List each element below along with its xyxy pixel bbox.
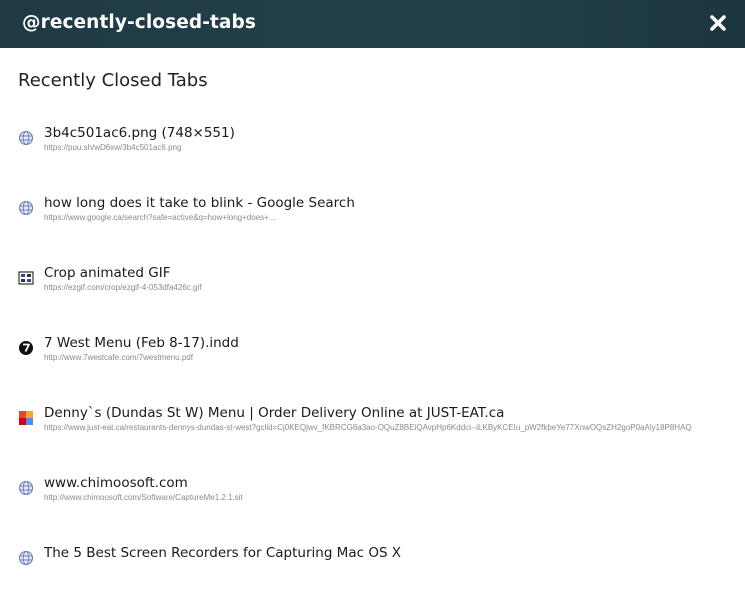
tab-title: 7 West Menu (Feb 8-17).indd	[44, 335, 239, 351]
ezgif-icon	[18, 270, 34, 286]
list-item[interactable]: 3b4c501ac6.png (748×551) https://puu.sh/…	[0, 122, 745, 192]
tab-title: how long does it take to blink - Google …	[44, 195, 355, 211]
tab-url: https://puu.sh/wD6xw/3b4c501ac6.png	[44, 143, 182, 152]
tab-title: www.chimoosoft.com	[44, 475, 188, 491]
tab-title: 3b4c501ac6.png (748×551)	[44, 125, 235, 141]
tab-url: https://ezgif.com/crop/ezgif-4-053dfa426…	[44, 283, 202, 292]
globe-icon	[18, 550, 34, 566]
tab-title: Denny`s (Dundas St W) Menu | Order Deliv…	[44, 405, 505, 421]
globe-icon	[18, 200, 34, 216]
list-item[interactable]: Denny`s (Dundas St W) Menu | Order Deliv…	[0, 402, 745, 472]
list-item[interactable]: The 5 Best Screen Recorders for Capturin…	[0, 542, 745, 612]
tab-url: http://www.chimoosoft.com/Software/Captu…	[44, 493, 243, 502]
close-icon	[710, 15, 726, 31]
globe-icon	[18, 480, 34, 496]
content-area: Recently Closed Tabs 3b4c501ac6.png (748…	[0, 48, 745, 566]
list-item[interactable]: www.chimoosoft.com http://www.chimoosoft…	[0, 472, 745, 542]
list-item[interactable]: 7 West Menu (Feb 8-17).indd http://www.7…	[0, 332, 745, 402]
tab-url: https://www.just-eat.ca/restaurants-denn…	[44, 423, 692, 432]
header-title: @recently-closed-tabs	[22, 12, 256, 33]
tab-url: https://www.google.ca/search?safe=active…	[44, 213, 276, 222]
justeat-icon	[18, 410, 34, 426]
7west-icon	[18, 340, 34, 356]
header-bar: @recently-closed-tabs	[0, 0, 745, 48]
tab-list: 3b4c501ac6.png (748×551) https://puu.sh/…	[0, 122, 745, 612]
tab-url: http://www.7westcafe.com/7westmenu.pdf	[44, 353, 193, 362]
list-item[interactable]: how long does it take to blink - Google …	[0, 192, 745, 262]
list-item[interactable]: Crop animated GIF https://ezgif.com/crop…	[0, 262, 745, 332]
tab-title: Crop animated GIF	[44, 265, 171, 281]
close-button[interactable]	[707, 12, 729, 34]
page-title: Recently Closed Tabs	[18, 70, 208, 91]
tab-title: The 5 Best Screen Recorders for Capturin…	[44, 545, 402, 561]
globe-icon	[18, 130, 34, 146]
